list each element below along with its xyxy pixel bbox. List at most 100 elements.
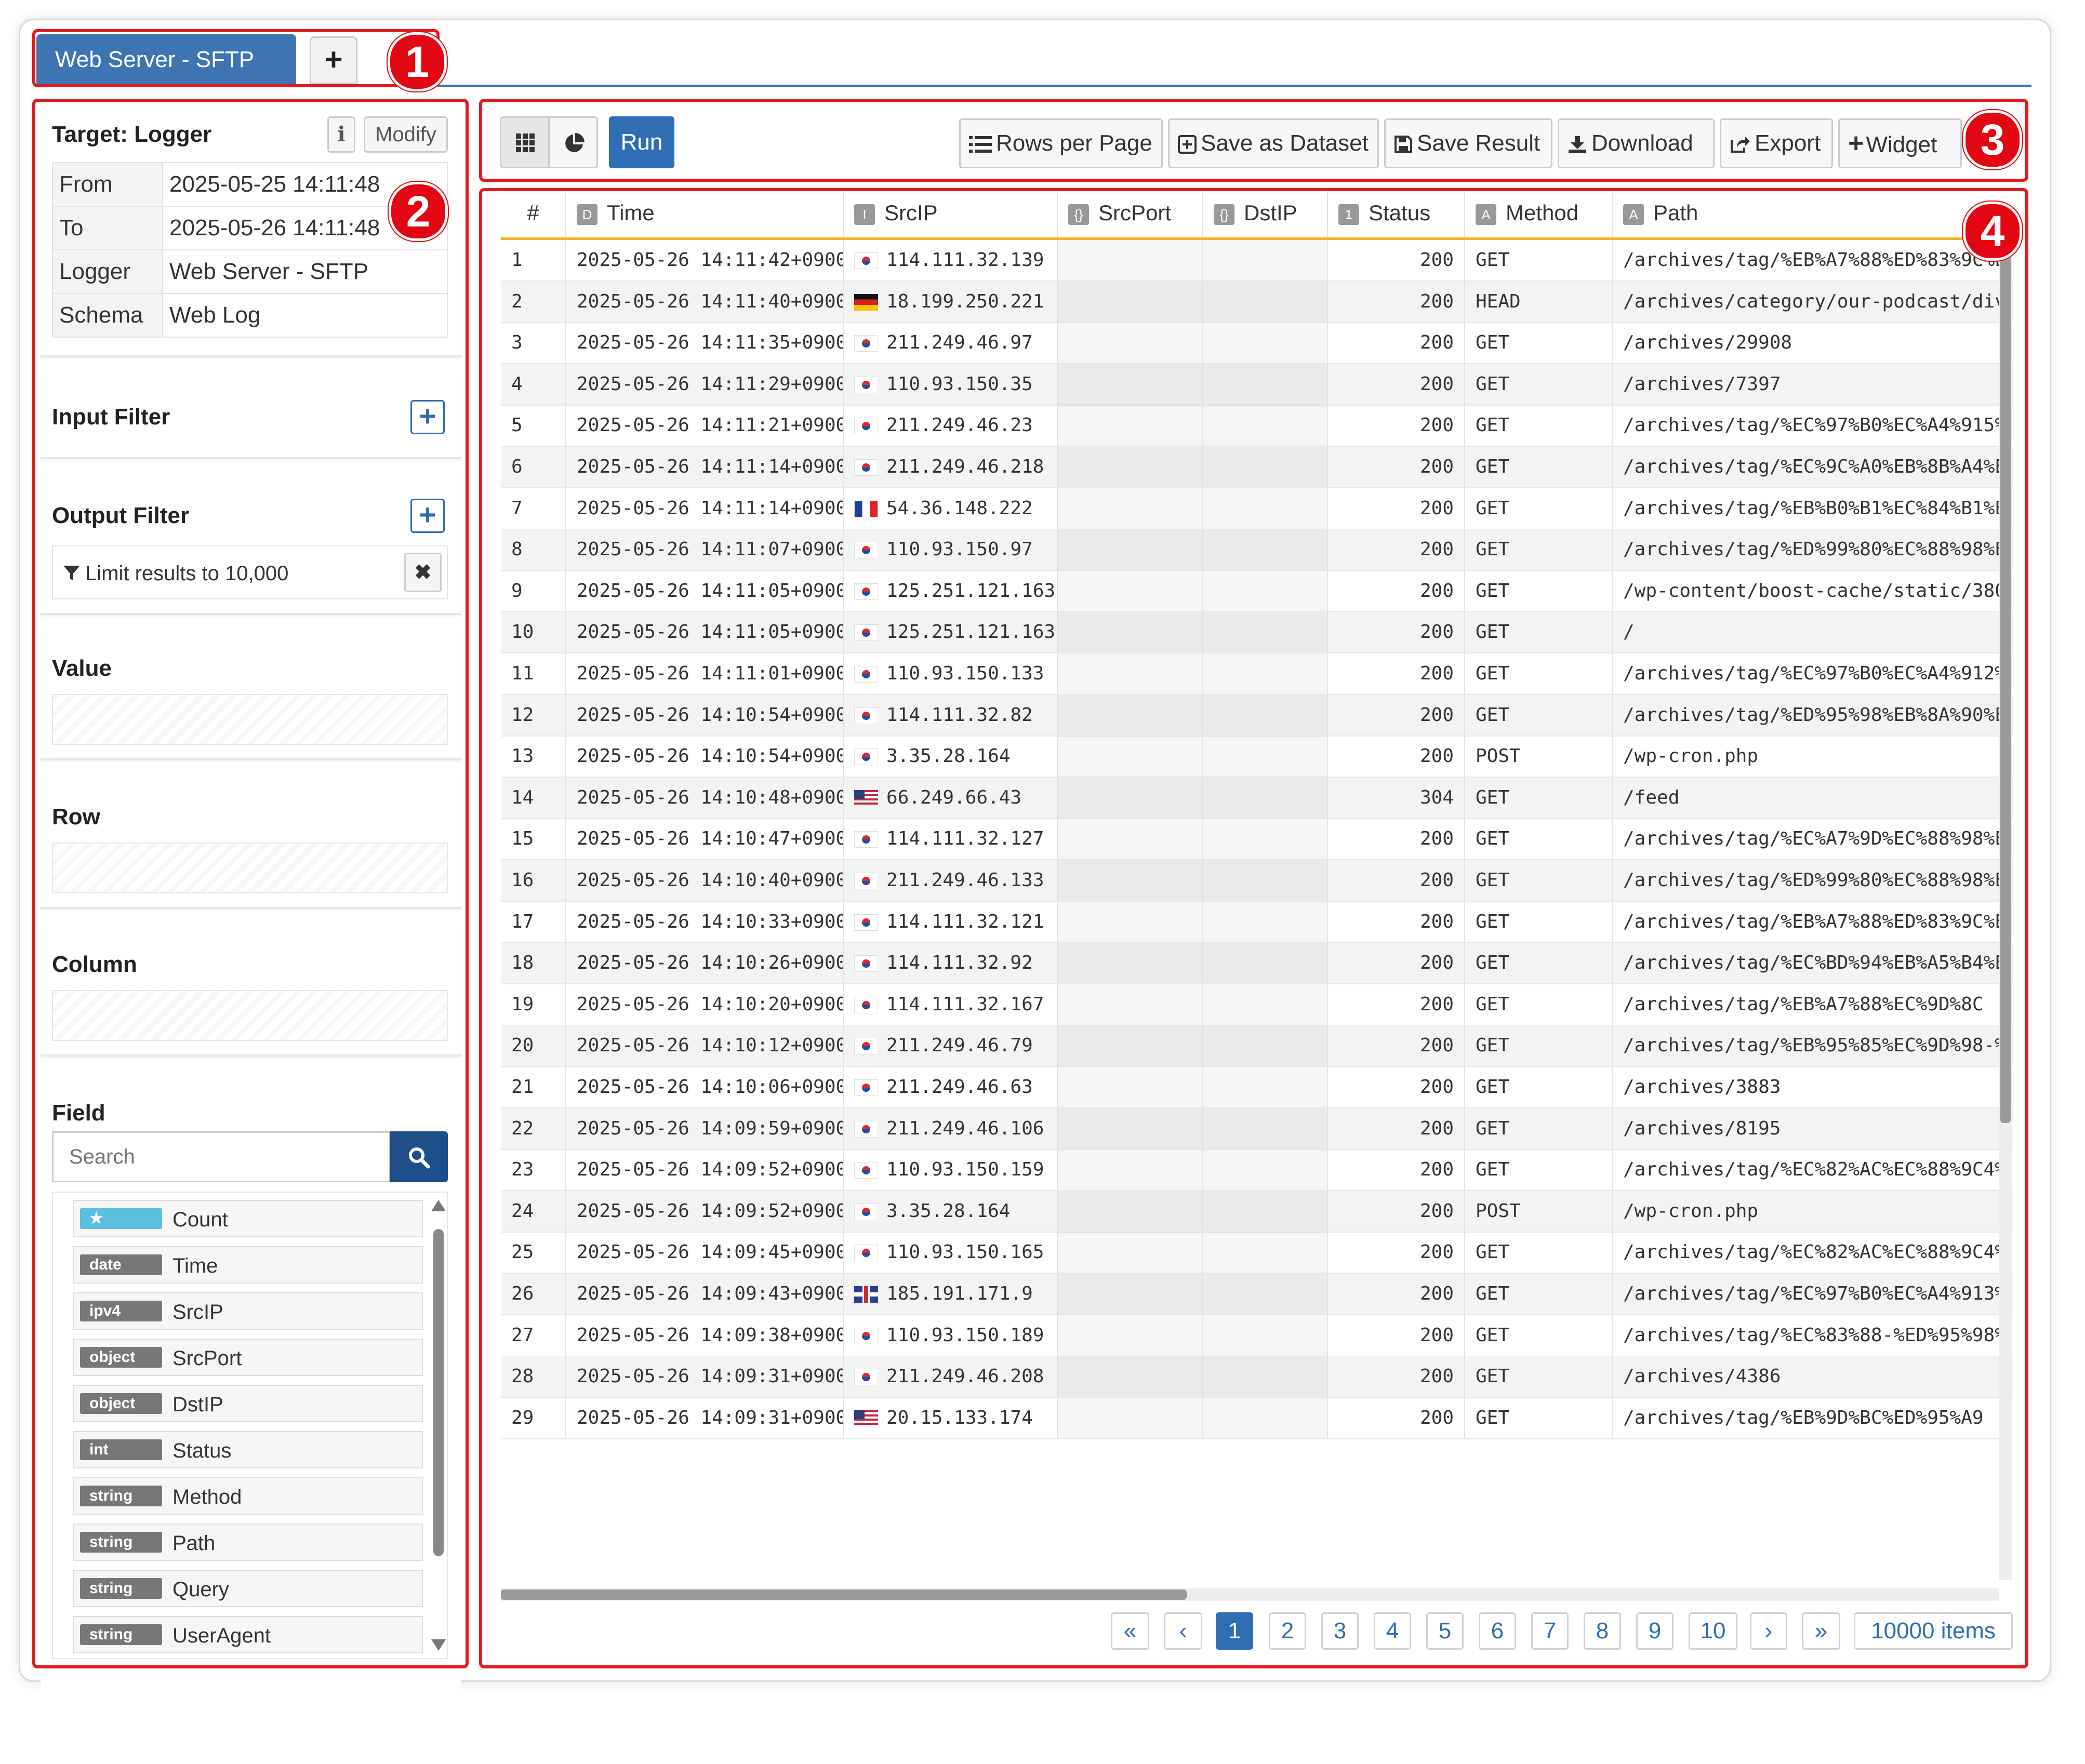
column-header-time[interactable]: D Time <box>566 188 844 237</box>
page-7-button[interactable]: 7 <box>1531 1612 1569 1650</box>
rows-per-page-button[interactable]: Rows per Page <box>959 118 1163 168</box>
grid-view-button[interactable] <box>500 116 550 168</box>
cell-time: 2025-05-26 14:10:20+0900 <box>566 984 844 1025</box>
table-row[interactable]: 21 2025-05-26 14:10:06+0900 211.249.46.63 2… <box>501 1067 2013 1108</box>
table-row[interactable]: 27 2025-05-26 14:09:38+0900 110.93.150.189… <box>501 1315 2013 1357</box>
field-item-query[interactable]: string Query <box>73 1570 423 1607</box>
table-row[interactable]: 15 2025-05-26 14:10:47+0900 114.111.32.127… <box>501 819 2013 860</box>
table-row[interactable]: 5 2025-05-26 14:11:21+0900 211.249.46.23 20… <box>501 405 2013 447</box>
page-9-button[interactable]: 9 <box>1636 1612 1674 1650</box>
page-1-button[interactable]: 1 <box>1216 1612 1253 1650</box>
column-header-dstip[interactable]: {} DstIP <box>1203 188 1328 237</box>
column-label: Status <box>1369 201 1431 225</box>
table-row[interactable]: 6 2025-05-26 14:11:14+0900 211.249.46.218 2… <box>501 447 2013 488</box>
field-item-srcip[interactable]: ipv4 SrcIP <box>73 1292 423 1330</box>
page-6-button[interactable]: 6 <box>1479 1612 1516 1650</box>
info-icon[interactable]: i <box>327 116 355 153</box>
column-header-index[interactable]: # <box>501 188 566 237</box>
table-row[interactable]: 17 2025-05-26 14:10:33+0900 114.111.32.121… <box>501 902 2013 943</box>
field-item-time[interactable]: date Time <box>73 1246 423 1284</box>
page-10-button[interactable]: 10 <box>1689 1612 1737 1650</box>
table-row[interactable]: 10 2025-05-26 14:11:05+0900 125.251.121.16… <box>501 612 2013 653</box>
column-header-method[interactable]: A Method <box>1465 188 1613 237</box>
cell-status: 200 <box>1328 364 1465 405</box>
table-row[interactable]: 26 2025-05-26 14:09:43+0900 185.191.171.9 2… <box>501 1274 2013 1315</box>
save-as-dataset-button[interactable]: Save as Dataset <box>1168 118 1379 168</box>
table-row[interactable]: 25 2025-05-26 14:09:45+0900 110.93.150.165… <box>501 1232 2013 1274</box>
remove-filter-button[interactable]: ✖ <box>404 553 442 592</box>
table-row[interactable]: 1 2025-05-26 14:11:42+0900 114.111.32.139 2… <box>501 240 2013 282</box>
table-row[interactable]: 4 2025-05-26 14:11:29+0900 110.93.150.35 20… <box>501 364 2013 406</box>
table-row[interactable]: 13 2025-05-26 14:10:54+0900 3.35.28.164 200… <box>501 736 2013 778</box>
field-item-status[interactable]: int Status <box>73 1431 423 1468</box>
tab-web-server-sftp[interactable]: Web Server - SFTP <box>36 34 296 85</box>
table-row[interactable]: 14 2025-05-26 14:10:48+0900 66.249.66.43 30… <box>501 778 2013 819</box>
field-item-path[interactable]: string Path <box>73 1524 423 1561</box>
chart-view-button[interactable] <box>548 116 598 168</box>
next-page-button[interactable]: › <box>1750 1612 1787 1650</box>
field-item-count[interactable]: ★ Count <box>73 1200 423 1237</box>
cell-dstip <box>1203 819 1328 859</box>
table-row[interactable]: 24 2025-05-26 14:09:52+0900 3.35.28.164 200… <box>501 1191 2013 1233</box>
modify-button[interactable]: Modify <box>364 116 448 153</box>
grid-vertical-scrollbar[interactable] <box>1999 240 2012 1580</box>
table-row[interactable]: 28 2025-05-26 14:09:31+0900 211.249.46.208… <box>501 1356 2013 1398</box>
save-result-button[interactable]: Save Result <box>1384 118 1552 168</box>
cell-index: 4 <box>501 364 566 405</box>
table-row[interactable]: 29 2025-05-26 14:09:31+0900 20.15.133.174 2… <box>501 1398 2013 1439</box>
info-key: Logger <box>52 249 163 294</box>
grid-horizontal-scrollbar[interactable] <box>501 1588 1999 1601</box>
table-row[interactable]: 2 2025-05-26 14:11:40+0900 18.199.250.221 2… <box>501 282 2013 323</box>
table-row[interactable]: 9 2025-05-26 14:11:05+0900 125.251.121.163… <box>501 571 2013 612</box>
column-header-status[interactable]: 1 Status <box>1328 188 1465 237</box>
table-row[interactable]: 20 2025-05-26 14:10:12+0900 211.249.46.79 2… <box>501 1025 2013 1067</box>
table-row[interactable]: 11 2025-05-26 14:11:01+0900 110.93.150.133… <box>501 653 2013 695</box>
column-header-srcip[interactable]: I SrcIP <box>844 188 1058 237</box>
field-list-scrollbar[interactable] <box>427 1198 447 1655</box>
last-page-button[interactable]: » <box>1802 1612 1840 1650</box>
page-5-button[interactable]: 5 <box>1426 1612 1464 1650</box>
country-flag-icon <box>854 873 878 889</box>
page-3-button[interactable]: 3 <box>1321 1612 1359 1650</box>
table-row[interactable]: 23 2025-05-26 14:09:52+0900 110.93.150.159… <box>501 1150 2013 1191</box>
field-item-method[interactable]: string Method <box>73 1477 423 1515</box>
row-dropzone[interactable] <box>52 843 448 893</box>
vertical-scrollbar-thumb[interactable] <box>2000 240 2011 1123</box>
column-header-path[interactable]: A Path <box>1613 188 2013 237</box>
field-item-dstip[interactable]: object DstIP <box>73 1385 423 1422</box>
add-input-filter-button[interactable]: + <box>410 400 445 434</box>
column-dropzone[interactable] <box>52 990 448 1041</box>
scroll-down-icon[interactable] <box>431 1639 446 1651</box>
widget-button[interactable]: +Widget <box>1838 118 1962 168</box>
run-button[interactable]: Run <box>609 116 674 168</box>
page-4-button[interactable]: 4 <box>1374 1612 1411 1650</box>
field-search-input[interactable] <box>52 1131 391 1182</box>
cell-srcip: 110.93.150.189 <box>844 1315 1058 1356</box>
table-row[interactable]: 7 2025-05-26 14:11:14+0900 54.36.148.222 20… <box>501 488 2013 530</box>
add-output-filter-button[interactable]: + <box>410 499 445 533</box>
horizontal-scrollbar-thumb[interactable] <box>501 1589 1187 1600</box>
table-row[interactable]: 12 2025-05-26 14:10:54+0900 114.111.32.82 2… <box>501 695 2013 737</box>
prev-page-button[interactable]: ‹ <box>1164 1612 1202 1650</box>
scrollbar-thumb[interactable] <box>433 1229 444 1556</box>
field-item-useragent[interactable]: string UserAgent <box>73 1616 423 1653</box>
table-row[interactable]: 16 2025-05-26 14:10:40+0900 211.249.46.133… <box>501 860 2013 902</box>
srcip-value: 185.191.171.9 <box>886 1283 1033 1304</box>
scroll-up-icon[interactable] <box>431 1200 446 1211</box>
cell-method: GET <box>1465 488 1613 529</box>
table-row[interactable]: 18 2025-05-26 14:10:26+0900 114.111.32.92 2… <box>501 943 2013 984</box>
page-2-button[interactable]: 2 <box>1269 1612 1306 1650</box>
first-page-button[interactable]: « <box>1111 1612 1149 1650</box>
table-row[interactable]: 22 2025-05-26 14:09:59+0900 211.249.46.106… <box>501 1108 2013 1150</box>
field-item-srcport[interactable]: object SrcPort <box>73 1339 423 1376</box>
table-row[interactable]: 19 2025-05-26 14:10:20+0900 114.111.32.167… <box>501 984 2013 1026</box>
table-row[interactable]: 8 2025-05-26 14:11:07+0900 110.93.150.97 20… <box>501 529 2013 571</box>
download-button[interactable]: Download <box>1558 118 1715 168</box>
value-dropzone[interactable] <box>52 694 448 745</box>
field-search-button[interactable] <box>390 1131 448 1182</box>
export-button[interactable]: Export <box>1720 118 1833 168</box>
add-tab-button[interactable]: + <box>310 36 357 84</box>
table-row[interactable]: 3 2025-05-26 14:11:35+0900 211.249.46.97 20… <box>501 323 2013 364</box>
page-8-button[interactable]: 8 <box>1584 1612 1621 1650</box>
column-header-srcport[interactable]: {} SrcPort <box>1058 188 1203 237</box>
